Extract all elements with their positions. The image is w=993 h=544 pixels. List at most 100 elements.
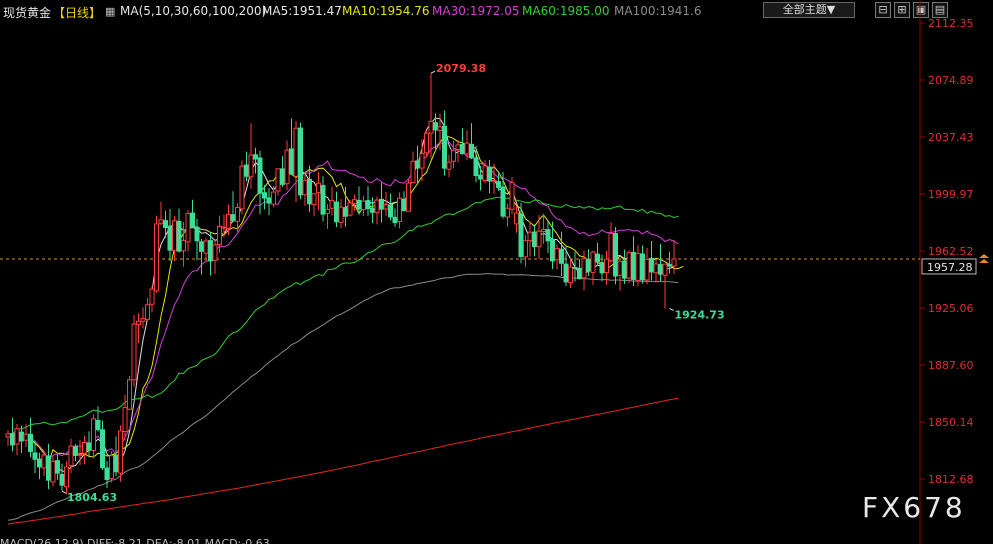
- candle-body: [248, 154, 254, 178]
- candle-body: [293, 127, 299, 177]
- candle-body: [653, 263, 659, 274]
- candle-body: [194, 226, 200, 242]
- candle-body: [559, 248, 564, 264]
- candle-body: [199, 241, 204, 252]
- candle-body: [32, 452, 38, 460]
- candle-body: [343, 207, 348, 217]
- y-tick-label: 2037.43: [928, 131, 974, 144]
- candle-body: [86, 442, 92, 451]
- candle-body: [19, 431, 24, 442]
- candle-body: [266, 197, 272, 204]
- candle-body: [428, 120, 434, 134]
- y-tick-label: 1962.52: [928, 245, 974, 258]
- candle-body: [478, 174, 483, 180]
- candle-body: [325, 208, 330, 214]
- candle-body: [374, 199, 380, 214]
- candle-body: [298, 127, 303, 196]
- current-price-label: 1957.28: [927, 261, 973, 274]
- candle-body: [577, 267, 582, 280]
- candle-body: [667, 263, 672, 267]
- candle-body: [662, 263, 668, 276]
- candle-body: [649, 257, 654, 273]
- candle-body: [122, 407, 128, 432]
- candle-body: [505, 207, 510, 218]
- candle-body: [100, 429, 105, 469]
- candle-body: [527, 231, 533, 242]
- series-line-ma200: [7, 397, 679, 525]
- candle-body: [302, 179, 308, 196]
- candle-body: [604, 258, 609, 274]
- candle-body: [460, 143, 465, 155]
- candle-body: [41, 454, 47, 469]
- candle-body: [599, 262, 605, 274]
- candle-body: [631, 251, 636, 280]
- candle-body: [482, 165, 488, 182]
- candle-body: [158, 219, 164, 224]
- candle-body: [91, 418, 96, 451]
- candle-body: [563, 263, 569, 283]
- candle-body: [311, 193, 317, 206]
- candle-body: [127, 379, 132, 410]
- candle-body: [383, 203, 389, 210]
- y-tick-label: 2074.89: [928, 74, 974, 87]
- y-tick-label: 1925.06: [928, 302, 974, 315]
- candle-body: [352, 199, 357, 205]
- candle-body: [541, 229, 546, 233]
- candle-body: [545, 229, 551, 242]
- candle-body: [163, 220, 168, 228]
- candle-body: [487, 166, 492, 182]
- candle-body: [208, 240, 213, 262]
- candle-body: [532, 231, 537, 248]
- candle-body: [275, 168, 281, 192]
- candle-body: [671, 258, 677, 267]
- y-tick-label: 1812.68: [928, 473, 974, 486]
- candle-body: [491, 179, 497, 182]
- candlestick-chart[interactable]: 2112.35 2074.89 2037.43 1999.97 1962.52 1925.…: [0, 0, 993, 544]
- candle-body: [581, 257, 587, 279]
- candle-body: [640, 253, 645, 281]
- candle-body: [379, 198, 384, 210]
- candle-body: [401, 198, 407, 211]
- candle-body: [118, 430, 123, 474]
- candle-body: [82, 441, 87, 454]
- candle-body: [370, 207, 375, 213]
- candle-body: [356, 199, 362, 210]
- y-tick-label: 1999.97: [928, 188, 974, 201]
- annotation-label: 1804.63: [67, 491, 117, 504]
- candle-body: [590, 251, 596, 274]
- annotation-label: 1924.73: [675, 308, 725, 321]
- candle-body: [185, 213, 191, 243]
- candle-body: [181, 240, 186, 252]
- candle-body: [140, 318, 146, 322]
- candle-body: [635, 252, 641, 281]
- candle-body: [388, 204, 393, 218]
- candle-body: [50, 460, 56, 483]
- candle-body: [536, 230, 542, 248]
- candle-body: [419, 153, 425, 169]
- candle-body: [10, 433, 15, 446]
- candle-body: [451, 149, 456, 162]
- candle-body: [410, 160, 416, 184]
- candle-body: [617, 260, 623, 276]
- candle-body: [172, 220, 177, 252]
- candle-body: [644, 258, 650, 281]
- candle-body: [455, 144, 461, 150]
- candle-body: [73, 446, 78, 456]
- candle-body: [253, 154, 258, 160]
- candle-body: [334, 201, 339, 223]
- candle-body: [113, 454, 119, 473]
- candle-body: [437, 126, 443, 131]
- candle-body: [235, 207, 240, 222]
- candle-body: [280, 168, 285, 185]
- candle-body: [131, 323, 137, 381]
- candle-body: [176, 220, 182, 252]
- candle-body: [397, 197, 402, 222]
- y-tick-label: 1887.60: [928, 359, 974, 372]
- macd-indicator-strip: MACD(26,12,9) DIFF:-8.21 DEA:-8.01 MACD:…: [0, 537, 270, 544]
- candle-body: [613, 233, 618, 277]
- candle-body: [307, 178, 312, 205]
- candle-body: [509, 182, 515, 210]
- watermark: FX678: [862, 491, 966, 524]
- candle-body: [46, 455, 51, 481]
- price-arrow-icon: [979, 253, 989, 263]
